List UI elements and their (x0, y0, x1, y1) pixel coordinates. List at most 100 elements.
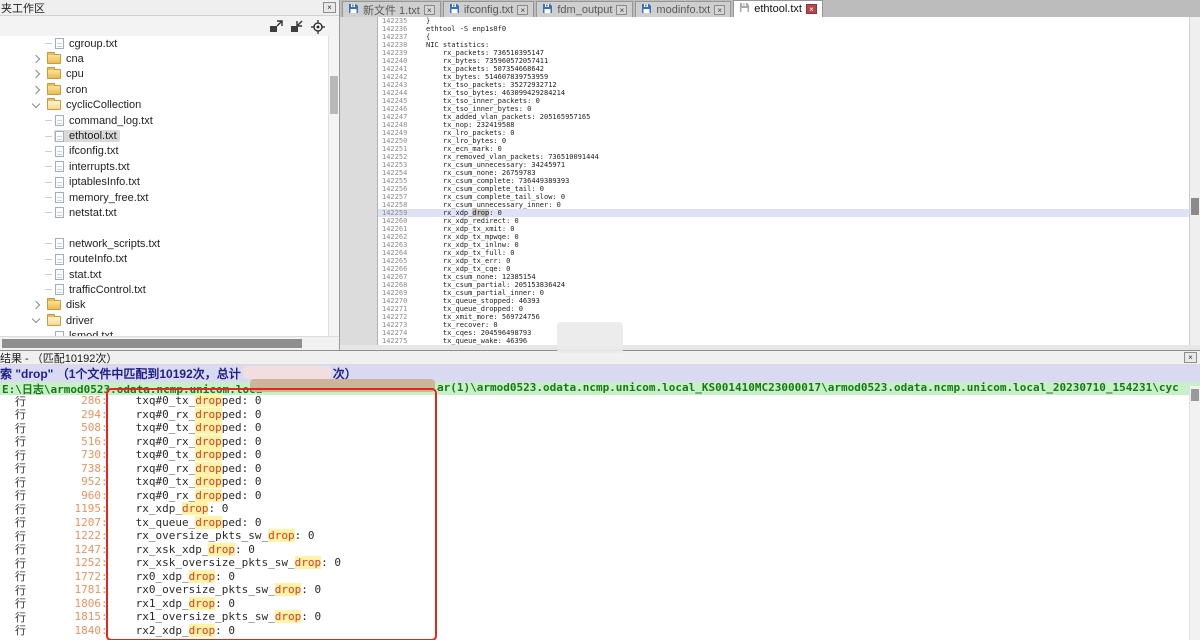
tree-item-label: cpu (66, 68, 84, 80)
editor-line-text: rx_xdp_tx_xmit: 0 (414, 225, 1190, 233)
tab-ethtool.txt[interactable]: ethtool.txt× (733, 0, 823, 17)
tree-item-cna[interactable]: cna (0, 51, 329, 66)
tree-item-label: cna (66, 53, 84, 65)
tab-modinfo.txt[interactable]: modinfo.txt× (635, 1, 731, 17)
workspace-close-icon[interactable]: × (323, 2, 336, 13)
tree-item-inner: stat.txt (54, 269, 104, 281)
tree-item-label: cron (66, 84, 87, 96)
tab-close-icon[interactable]: × (517, 5, 528, 15)
chevron-right-icon[interactable] (32, 70, 40, 78)
tree-item-interrupts-txt[interactable]: interrupts.txt (0, 159, 329, 174)
search-summary-line[interactable]: 索 "drop" （1个文件中匹配到10192次，总计次） (0, 365, 1200, 382)
editor-line-text: ethtool -S enp1s0f0 (414, 25, 1190, 33)
tree-item-stat-txt[interactable]: stat.txt (0, 267, 329, 282)
tree-item-inner: cyclicCollection (46, 99, 144, 111)
editor-line-number: 142263 (378, 241, 414, 249)
tree-item-ifconfig-txt[interactable]: ifconfig.txt (0, 144, 329, 159)
editor-line-text: rx_csum_complete: 736449389393 (414, 177, 1190, 185)
workspace-vertical-scrollbar[interactable] (328, 36, 339, 337)
results-close-icon[interactable]: × (1184, 352, 1197, 363)
workspace-horizontal-scrollbar[interactable] (0, 336, 339, 350)
tree-connector-line (45, 243, 52, 244)
tab-label: 新文件 1.txt (363, 2, 420, 18)
tree-item-inner: cgroup.txt (54, 38, 120, 50)
editor-line-text: tx_csum_partial: 205153836424 (414, 281, 1190, 289)
editor-line-number: 142274 (378, 329, 414, 337)
tree-item-label: interrupts.txt (69, 161, 130, 173)
editor-line: 142247 tx_added_vlan_packets: 2051659571… (378, 113, 1190, 121)
editor-line-text: rx_xdp_redirect: 0 (414, 217, 1190, 225)
results-titlebar: 结果 - （匹配10192次） × (0, 351, 1200, 365)
editor-line-number: 142247 (378, 113, 414, 121)
tab-close-icon[interactable]: × (714, 5, 725, 15)
tree-item-cgroup-txt[interactable]: cgroup.txt (0, 36, 329, 51)
tab-close-icon[interactable]: × (806, 4, 817, 14)
editor-line-number: 142270 (378, 297, 414, 305)
editor-line-text: rx_csum_complete_tail: 0 (414, 185, 1190, 193)
tree-item-routeInfo-txt[interactable]: routeInfo.txt (0, 251, 329, 266)
editor-line-text: tx_packets: 507354668642 (414, 65, 1190, 73)
tree-item-driver[interactable]: driver (0, 313, 329, 328)
editor-line: 142269 tx_csum_partial_inner: 0 (378, 289, 1190, 297)
tab-bar: 新文件 1.txt×ifconfig.txt×fdm_output×modinf… (340, 0, 1200, 18)
chevron-down-icon[interactable] (32, 315, 40, 323)
tree-item-cpu[interactable]: cpu (0, 67, 329, 82)
editor-line-number: 142237 (378, 33, 414, 41)
tree-item-trafficControl-txt[interactable]: trafficControl.txt (0, 282, 329, 297)
tree-item-inner: netstat.txt (54, 207, 120, 219)
editor-line-text: tx_queue_wake: 46396 (414, 337, 1190, 345)
chevron-right-icon[interactable] (32, 55, 40, 63)
tree-item-cyclicCollection[interactable]: cyclicCollection (0, 98, 329, 113)
results-vertical-scrollbar[interactable] (1189, 386, 1200, 640)
tree-item-iptablesInfo-txt[interactable]: iptablesInfo.txt (0, 175, 329, 190)
tab-新文件-1.txt[interactable]: 新文件 1.txt × (342, 1, 441, 17)
tab-fdm_output[interactable]: fdm_output× (536, 1, 633, 17)
editor-line-text: tx_csum_none: 12385154 (414, 273, 1190, 281)
tree-item-ethtool-txt[interactable]: ethtool.txt (0, 128, 329, 143)
tree-item-network_scripts-txt[interactable]: network_scripts.txt (0, 236, 329, 251)
tree-item-memory_free-txt[interactable]: memory_free.txt (0, 190, 329, 205)
tab-close-icon[interactable]: × (424, 5, 435, 15)
tab-ifconfig.txt[interactable]: ifconfig.txt× (443, 1, 535, 17)
file-icon (55, 131, 64, 142)
editor-line: 142239 rx_packets: 736510395147 (378, 49, 1190, 57)
locate-file-icon[interactable] (311, 20, 325, 34)
collapse-all-icon[interactable] (290, 20, 304, 34)
tree-item-cron[interactable]: cron (0, 82, 329, 97)
tree-item-netstat-txt[interactable]: netstat.txt (0, 205, 329, 220)
editor-line: 142250 rx_lro_bytes: 0 (378, 137, 1190, 145)
editor-body[interactable]: 142235}142236ethtool -S enp1s0f0142237{1… (340, 17, 1190, 345)
result-line-number: 952 (41, 475, 101, 488)
editor-line-text: tx_queue_dropped: 0 (414, 305, 1190, 313)
tab-close-icon[interactable]: × (616, 5, 627, 15)
tree-item-disk[interactable]: disk (0, 298, 329, 313)
annotation-red-box (106, 388, 437, 640)
editor-line-number: 142256 (378, 185, 414, 193)
tree-connector-line (45, 289, 52, 290)
tree-connector-line (45, 136, 52, 137)
editor-line: 142254 rx_csum_none: 26759783 (378, 169, 1190, 177)
editor-line-number: 142259 (378, 209, 414, 217)
tree-item-label: memory_free.txt (69, 192, 148, 204)
editor-line-text: rx_xdp_tx_cqe: 0 (414, 265, 1190, 273)
chevron-right-icon[interactable] (32, 86, 40, 94)
tree-item-label: command_log.txt (69, 115, 153, 127)
tree-item-inner: trafficControl.txt (54, 284, 149, 296)
tree-connector-line (45, 182, 52, 183)
editor-line-number: 142273 (378, 321, 414, 329)
editor-line-number: 142257 (378, 193, 414, 201)
editor-vertical-scrollbar[interactable] (1189, 17, 1200, 345)
code-pane[interactable]: 142235}142236ethtool -S enp1s0f0142237{1… (378, 17, 1190, 345)
tree-connector-line (45, 212, 52, 213)
editor-line-text: rx_csum_none: 26759783 (414, 169, 1190, 177)
expand-all-icon[interactable] (269, 20, 283, 34)
editor-line-number: 142254 (378, 169, 414, 177)
tree-connector-line (45, 259, 52, 260)
tree-item-command_log-txt[interactable]: command_log.txt (0, 113, 329, 128)
file-icon (55, 254, 64, 265)
tree-item-inner: interrupts.txt (54, 161, 133, 173)
file-icon (55, 177, 64, 188)
chevron-right-icon[interactable] (32, 301, 40, 309)
tree-connector-line (45, 151, 52, 152)
chevron-down-icon[interactable] (32, 100, 40, 108)
